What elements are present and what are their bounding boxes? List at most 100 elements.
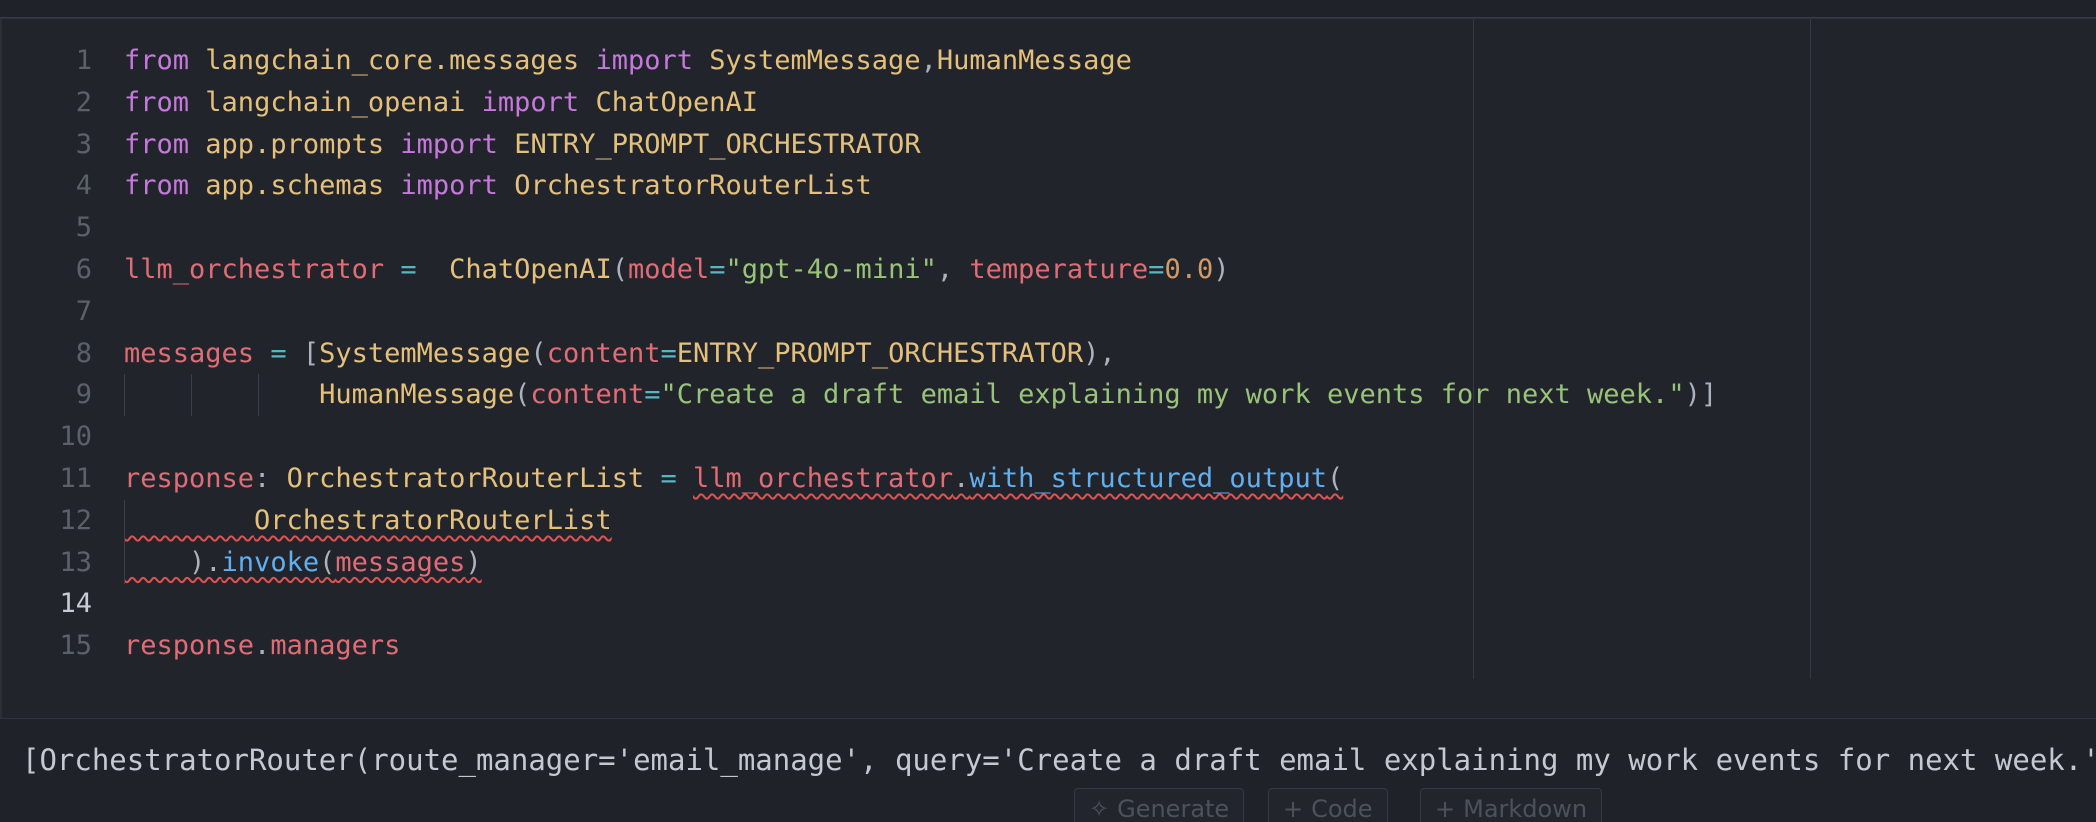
code-text: from langchain_openai import ChatOpenAI (124, 82, 758, 124)
code-token: llm_orchestrator (124, 254, 385, 285)
code-line[interactable]: 9 HumanMessage(content="Create a draft e… (0, 374, 2096, 417)
code-token: , (920, 45, 937, 76)
code-token: from (124, 86, 190, 118)
code-token: response (124, 630, 255, 662)
code-token: langchain_core.messages (205, 45, 580, 76)
code-line[interactable]: 1 from langchain_core.messages import Sys… (0, 40, 2096, 82)
code-token: 0.0 (1164, 254, 1214, 285)
code-token: content (530, 379, 645, 411)
code-token: SystemMessage (709, 45, 921, 76)
indent-guide (191, 374, 192, 417)
line-number: 12 (59, 504, 92, 536)
indent-guide (124, 499, 125, 542)
code-token: llm_orchestrator (692, 463, 954, 494)
code-token: with_structured_output (969, 463, 1327, 494)
code-line[interactable]: 5 (0, 207, 2096, 249)
generate-button-label: Generate (1117, 795, 1230, 822)
code-token: import (595, 45, 693, 76)
code-token: from (124, 45, 190, 76)
code-text: from langchain_core.messages import Syst… (124, 40, 1132, 82)
line-number: 10 (59, 421, 92, 453)
code-line[interactable]: 3 from app.prompts import ENTRY_PROMPT_OR… (0, 124, 2096, 166)
sparkle-icon: ✧ (1089, 795, 1110, 822)
code-token: "Create a draft email explaining my work… (660, 379, 1685, 411)
code-line[interactable]: 2 from langchain_openai import ChatOpenAI (0, 82, 2096, 124)
code-line[interactable]: 10 (0, 416, 2096, 458)
code-token: managers (270, 630, 401, 662)
code-token: SystemMessage (319, 337, 531, 369)
code-line[interactable]: 6 llm_orchestrator = ChatOpenAI(model="gp… (0, 249, 2096, 291)
code-line[interactable]: 8 messages = [SystemMessage(content=ENTRY… (0, 333, 2096, 375)
code-line[interactable]: 15 response.managers (0, 625, 2096, 667)
code-token: ( (611, 254, 628, 285)
code-token: ( (514, 379, 531, 411)
line-number: 14 (59, 588, 92, 620)
code-token: langchain_openai (205, 86, 466, 118)
code-token: ( (530, 337, 547, 369)
code-line[interactable]: 4 from app.schemas import OrchestratorRou… (0, 165, 2096, 207)
code-text: response: OrchestratorRouterList = llm_o… (124, 458, 1343, 500)
code-token: , (936, 254, 970, 285)
line-number: 8 (75, 337, 92, 369)
code-token: from (124, 170, 190, 202)
indent-guide (124, 374, 125, 417)
code-token: ENTRY_PROMPT_ORCHESTRATOR (676, 337, 1084, 369)
code-token: = (270, 337, 287, 369)
line-number: 9 (75, 379, 92, 411)
code-token: messages (335, 546, 466, 578)
add-markdown-cell-button[interactable]: + Markdown (1420, 788, 1603, 822)
code-text: from app.schemas import OrchestratorRout… (124, 165, 872, 207)
code-token: messages (124, 337, 255, 369)
code-token: [ (286, 337, 320, 369)
code-line[interactable]: 11 response: OrchestratorRouterList = llm… (0, 458, 2096, 500)
code-token: ) (1213, 254, 1230, 285)
plus-icon: + (1283, 795, 1304, 822)
code-token: ). (124, 546, 222, 578)
code-token: import (400, 128, 498, 160)
code-token: app.prompts (205, 128, 385, 160)
line-number: 3 (75, 128, 92, 160)
code-token: ENTRY_PROMPT_ORCHESTRATOR (514, 128, 921, 160)
code-token: temperature (969, 254, 1149, 285)
code-token: = (660, 337, 677, 369)
code-token: HumanMessage (319, 379, 515, 411)
generate-button[interactable]: ✧ Generate (1074, 788, 1245, 822)
cell-output: [OrchestratorRouter(route_manager='email… (0, 718, 2096, 822)
add-markdown-label: Markdown (1463, 795, 1588, 822)
code-token: invoke (221, 546, 320, 578)
code-text: from app.prompts import ENTRY_PROMPT_ORC… (124, 124, 921, 166)
code-token: . (254, 630, 271, 662)
code-text: messages = [SystemMessage(content=ENTRY_… (124, 333, 1116, 375)
code-line[interactable]: 12 OrchestratorRouterList (0, 499, 2096, 542)
code-line[interactable]: 14 (0, 583, 2096, 625)
code-token: model (627, 254, 710, 285)
add-code-cell-button[interactable]: + Code (1268, 788, 1388, 822)
code-editor[interactable]: 1 from langchain_core.messages import Sys… (0, 18, 2096, 719)
code-token: OrchestratorRouterList (286, 463, 645, 494)
code-line[interactable]: 13 ).invoke(messages) (0, 541, 2096, 584)
code-text: OrchestratorRouterList (124, 500, 612, 542)
code-token: ChatOpenAI (595, 86, 759, 118)
line-number: 1 (75, 45, 92, 76)
code-token: import (481, 86, 580, 118)
add-code-label: Code (1311, 795, 1373, 822)
code-text: ).invoke(messages) (124, 542, 482, 584)
code-line[interactable]: 7 (0, 291, 2096, 333)
line-number: 4 (75, 170, 92, 202)
code-token: import (400, 170, 498, 202)
code-token: app.schemas (205, 170, 385, 202)
